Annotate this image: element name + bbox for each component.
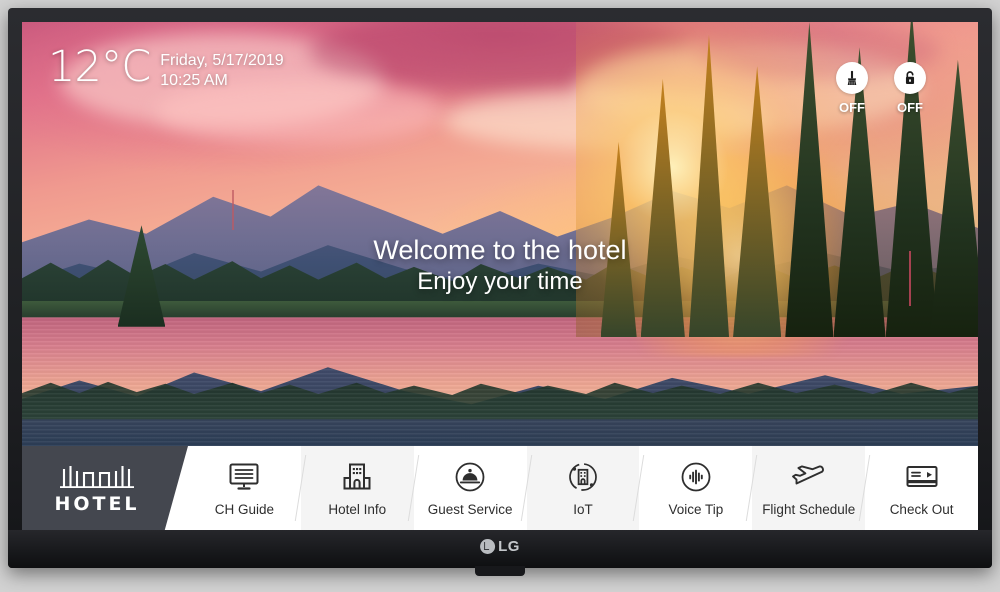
lg-brand-logo: LG xyxy=(480,538,520,555)
nav-label: Voice Tip xyxy=(668,502,724,517)
bottom-navigation-bar: HOTEL CH Guide Hotel Info Guest Service … xyxy=(22,446,978,530)
make-up-room-state: OFF xyxy=(839,100,865,115)
nav-item-guest-service[interactable]: Guest Service xyxy=(414,446,527,530)
lg-circle-mark xyxy=(480,539,496,554)
nav-label: Hotel Info xyxy=(328,502,387,517)
welcome-message: Welcome to the hotel Enjoy your time xyxy=(22,234,978,296)
nav-item-flight-schedule[interactable]: Flight Schedule xyxy=(752,446,866,530)
date-value: Friday, 5/17/2019 xyxy=(160,52,284,69)
make-up-room-icon[interactable] xyxy=(836,62,868,94)
nav-item-hotel-info[interactable]: Hotel Info xyxy=(300,446,414,530)
nav-item-check-out[interactable]: Check Out xyxy=(865,446,978,530)
hotel-brand-panel: HOTEL xyxy=(22,446,188,530)
service-bell-icon xyxy=(454,459,486,495)
datetime-block: Friday, 5/17/2019 10:25 AM xyxy=(160,46,283,92)
tv-stand-neck xyxy=(475,566,525,576)
nav-label: Guest Service xyxy=(427,502,513,517)
welcome-subtitle: Enjoy your time xyxy=(417,267,583,295)
channel-guide-icon xyxy=(228,459,260,495)
weather-widget: 12°C Friday, 5/17/2019 10:25 AM xyxy=(48,46,284,92)
airplane-icon xyxy=(791,459,827,495)
service-status-icons: OFF OFF xyxy=(830,62,932,115)
make-up-room-toggle[interactable]: OFF xyxy=(830,62,874,115)
tv-bottom-bezel: LG xyxy=(8,530,992,576)
voice-waveform-icon xyxy=(680,459,712,495)
checkout-card-icon xyxy=(905,459,939,495)
nav-label: IoT xyxy=(573,502,593,517)
temperature-value: 12°C xyxy=(48,42,151,92)
do-not-disturb-toggle[interactable]: OFF xyxy=(888,62,932,115)
nav-label: CH Guide xyxy=(214,502,275,517)
nav-label: Check Out xyxy=(889,502,954,517)
tower-pole xyxy=(232,189,235,231)
nav-label: Flight Schedule xyxy=(762,502,856,517)
lg-brand-text: LG xyxy=(498,538,520,555)
nav-item-iot[interactable]: IoT xyxy=(526,446,640,530)
hotel-building-icon xyxy=(341,459,373,495)
hotel-building-logo-icon xyxy=(60,465,134,488)
nav-item-ch-guide[interactable]: CH Guide xyxy=(188,446,301,530)
iot-orbit-icon xyxy=(567,459,599,495)
welcome-title: Welcome to the hotel xyxy=(373,235,627,265)
do-not-disturb-state: OFF xyxy=(897,100,923,115)
hotel-brand-label: HOTEL xyxy=(54,492,140,515)
tv-screen: 12°C Friday, 5/17/2019 10:25 AM OFF OFF … xyxy=(22,22,978,530)
status-bar: 12°C Friday, 5/17/2019 10:25 AM OFF OFF xyxy=(22,22,978,122)
time-value: 10:25 AM xyxy=(160,72,228,90)
do-not-disturb-unlocked-icon[interactable] xyxy=(894,62,926,94)
tv-chassis: 12°C Friday, 5/17/2019 10:25 AM OFF OFF … xyxy=(8,8,992,576)
nav-item-voice-tip[interactable]: Voice Tip xyxy=(639,446,752,530)
